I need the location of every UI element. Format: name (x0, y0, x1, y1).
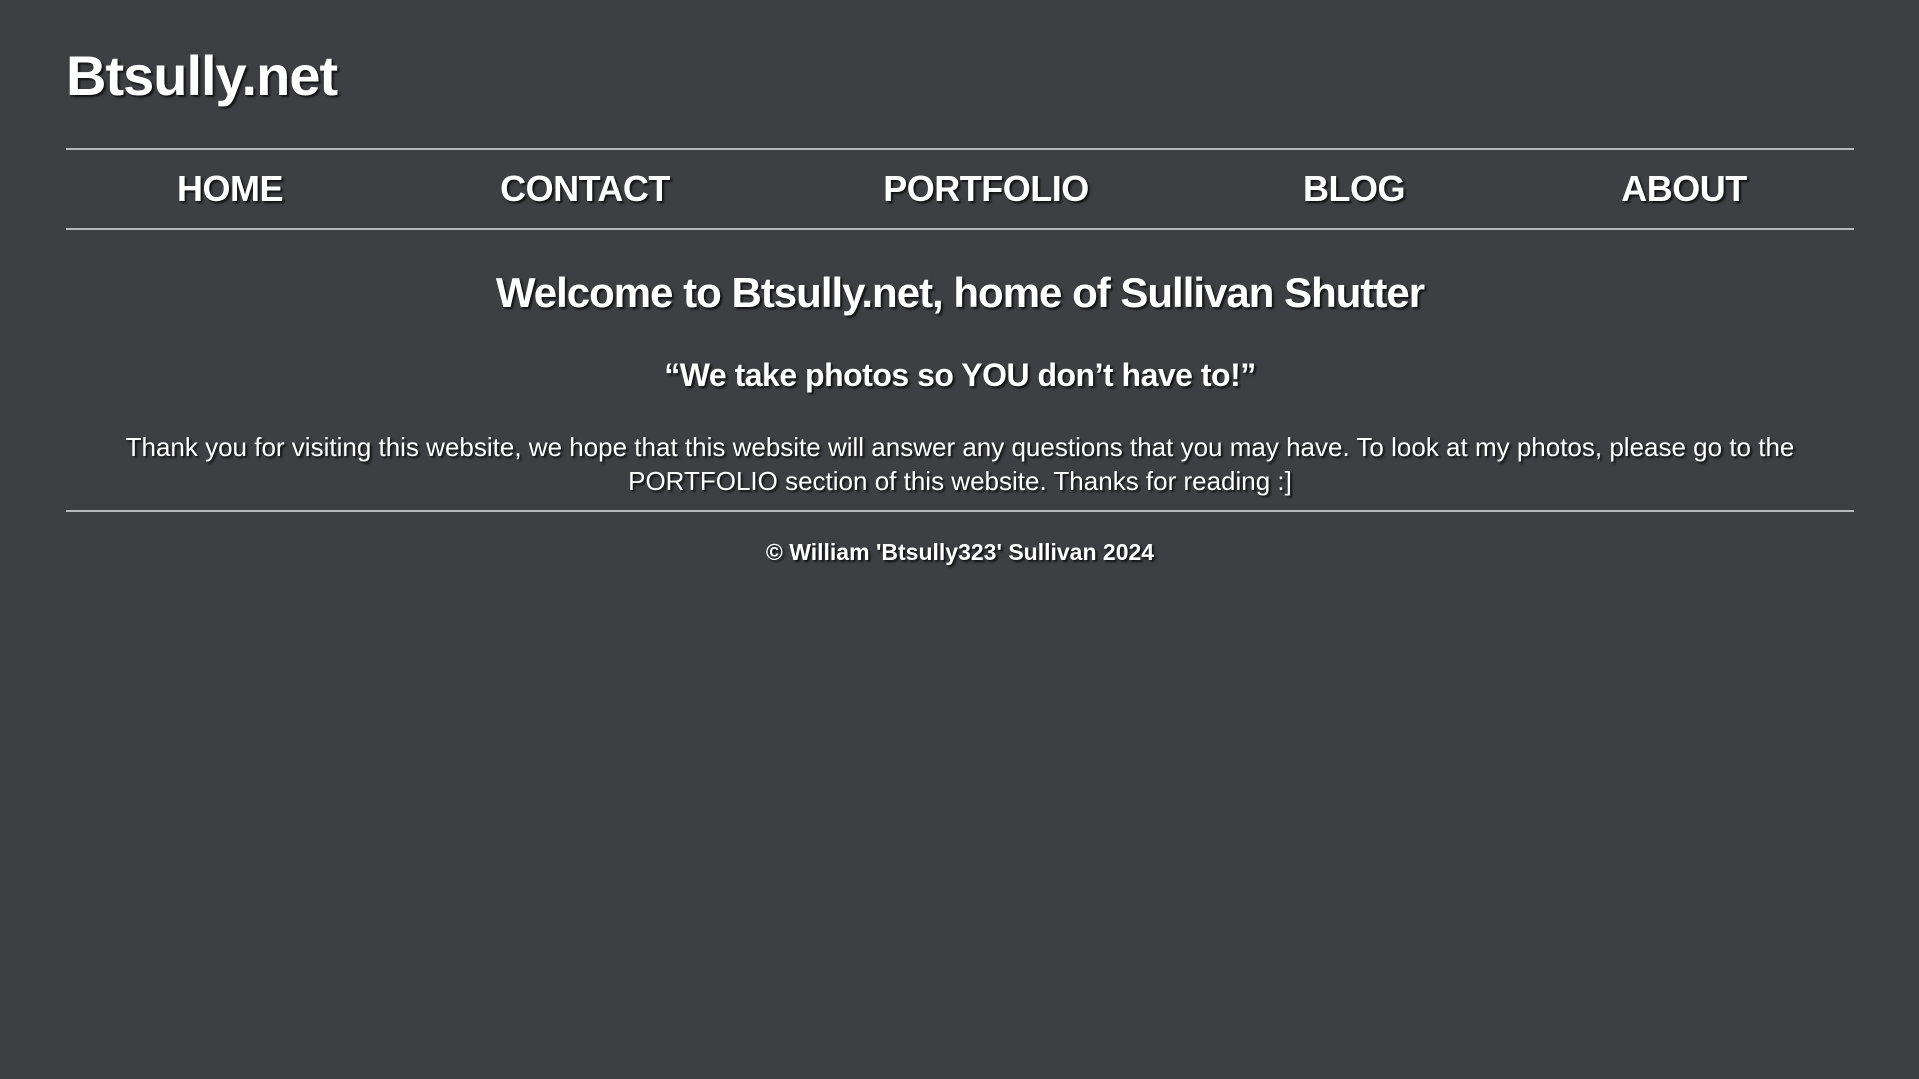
tagline: “We take photos so YOU don’t have to!” (664, 357, 1256, 393)
nav-link-about[interactable]: ABOUT (1621, 150, 1747, 228)
site-title[interactable]: Btsully.net (66, 42, 338, 110)
welcome-heading: Welcome to Btsully.net, home of Sullivan… (495, 269, 1425, 316)
nav-link-blog[interactable]: BLOG (1303, 150, 1406, 228)
copyright-text: © William 'Btsully323' Sullivan 2024 (765, 539, 1155, 565)
nav-link-home[interactable]: HOME (177, 150, 284, 228)
footer-divider (66, 510, 1854, 512)
intro-paragraph: Thank you for visiting this website, we … (125, 432, 1795, 496)
nav-link-contact[interactable]: CONTACT (500, 150, 670, 228)
main-nav: HOME CONTACT PORTFOLIO BLOG ABOUT (66, 148, 1854, 230)
page: Btsully.net HOME CONTACT PORTFOLIO BLOG … (0, 0, 1919, 1079)
nav-link-portfolio[interactable]: PORTFOLIO (883, 150, 1089, 228)
